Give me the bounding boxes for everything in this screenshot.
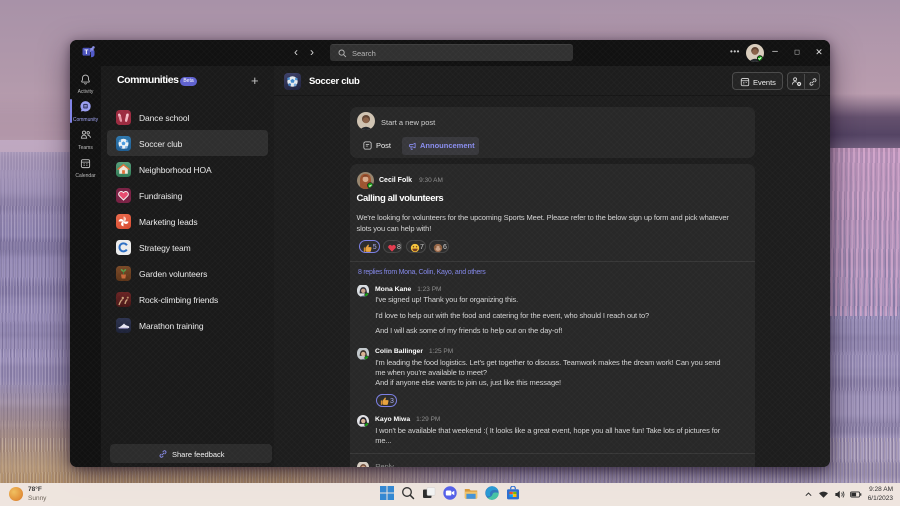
- svg-text:T: T: [84, 49, 88, 56]
